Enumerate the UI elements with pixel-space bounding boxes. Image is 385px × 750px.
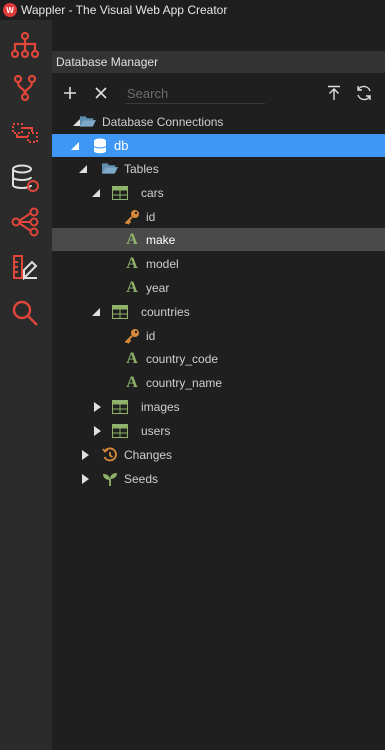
- tree-item-label: Database Connections: [102, 114, 224, 129]
- expanded-arrow-icon[interactable]: [91, 188, 101, 198]
- text-field-icon: A: [126, 349, 138, 367]
- tree-item-label: model: [146, 256, 179, 271]
- collapsed-arrow-icon[interactable]: [80, 473, 90, 484]
- workflow-icon[interactable]: [7, 115, 43, 151]
- tree-item-label: id: [146, 209, 156, 224]
- tree-item-label: db: [114, 138, 129, 153]
- key-icon: [124, 328, 140, 344]
- collapsed-arrow-icon[interactable]: [92, 401, 102, 412]
- share-icon[interactable]: [7, 204, 43, 240]
- wappler-logo: W: [3, 3, 17, 17]
- tree-item-field-make[interactable]: A make: [52, 228, 385, 251]
- tree-item-label: country_code: [146, 351, 219, 366]
- table-icon: [112, 185, 128, 201]
- database-manager-icon[interactable]: [7, 160, 43, 196]
- text-field-icon: A: [126, 230, 138, 248]
- tree-item-changes[interactable]: Changes: [52, 443, 385, 466]
- folder-open-icon: [102, 161, 118, 177]
- tree-item-field-model[interactable]: A model: [52, 252, 385, 275]
- text-field-icon: A: [126, 254, 138, 272]
- tree-item-label: Tables: [124, 161, 159, 176]
- expanded-arrow-icon[interactable]: [78, 164, 88, 174]
- design-tools-icon[interactable]: [7, 250, 43, 286]
- tree-item-label: Seeds: [124, 471, 159, 486]
- text-field-icon: A: [126, 278, 138, 296]
- tree-item-label: make: [146, 232, 176, 247]
- git-branch-icon[interactable]: [7, 70, 43, 106]
- tree-item-label: countries: [141, 304, 190, 319]
- tree-item-label: users: [141, 423, 171, 438]
- panel-toolbar: [52, 79, 385, 107]
- key-icon: [124, 209, 140, 225]
- tree-item-table-images[interactable]: images: [52, 395, 385, 418]
- tree-item-database-connections[interactable]: Database Connections: [52, 110, 385, 133]
- expanded-arrow-icon[interactable]: [91, 307, 101, 317]
- search-input[interactable]: [125, 83, 265, 104]
- collapsed-arrow-icon[interactable]: [92, 425, 102, 436]
- tree-item-field-year[interactable]: A year: [52, 276, 385, 299]
- refresh-button[interactable]: [353, 82, 375, 104]
- table-icon: [112, 399, 128, 415]
- tree-item-field-country-code[interactable]: A country_code: [52, 347, 385, 370]
- collapsed-arrow-icon[interactable]: [80, 449, 90, 460]
- table-icon: [112, 304, 128, 320]
- tree-item-label: Changes: [124, 447, 173, 462]
- activity-bar: [0, 20, 52, 750]
- close-button[interactable]: [90, 82, 112, 104]
- tree-item-label: country_name: [146, 375, 223, 390]
- tree-item-field-id[interactable]: id: [52, 205, 385, 228]
- tree-item-label: cars: [141, 185, 164, 200]
- panel-header: Database Manager: [52, 51, 385, 73]
- tree-item-label: id: [146, 328, 156, 343]
- upload-button[interactable]: [323, 82, 345, 104]
- database-manager-panel: Database Manager Database Connections db: [52, 20, 385, 750]
- search-icon[interactable]: [7, 295, 43, 331]
- table-icon: [112, 423, 128, 439]
- sprout-icon: [102, 471, 118, 487]
- tree-item-db[interactable]: db: [52, 134, 385, 157]
- history-icon: [102, 447, 118, 463]
- tree-item-tables[interactable]: Tables: [52, 157, 385, 180]
- tree-item-table-cars[interactable]: cars: [52, 181, 385, 204]
- app-structure-icon[interactable]: [7, 27, 43, 63]
- folder-open-icon: [80, 114, 96, 130]
- tree-item-table-countries[interactable]: countries: [52, 300, 385, 323]
- text-field-icon: A: [126, 373, 138, 391]
- tree-item-label: images: [141, 399, 180, 414]
- tree-item-field-id[interactable]: id: [52, 324, 385, 347]
- tree-item-field-country-name[interactable]: A country_name: [52, 371, 385, 394]
- tree-item-seeds[interactable]: Seeds: [52, 467, 385, 490]
- database-icon: [92, 138, 108, 154]
- title-bar: W Wappler - The Visual Web App Creator: [0, 0, 385, 20]
- tree-item-table-users[interactable]: users: [52, 419, 385, 442]
- tree-item-label: year: [146, 280, 170, 295]
- panel-title: Database Manager: [56, 55, 159, 69]
- window-title: Wappler - The Visual Web App Creator: [21, 3, 228, 17]
- expanded-arrow-icon[interactable]: [70, 141, 80, 151]
- add-button[interactable]: [59, 82, 81, 104]
